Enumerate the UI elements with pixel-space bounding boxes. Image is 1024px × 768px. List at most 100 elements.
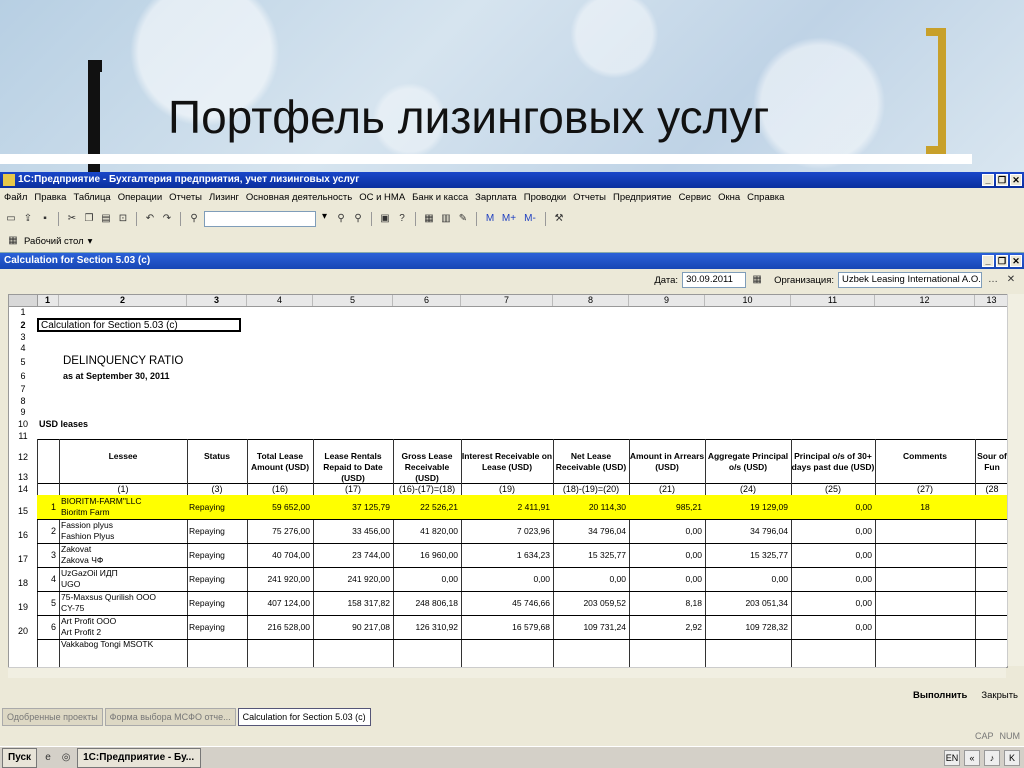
redo-icon[interactable]: ↷ xyxy=(160,212,174,226)
horizontal-scrollbar[interactable] xyxy=(8,667,1006,678)
row-header[interactable]: 13 xyxy=(9,472,37,483)
menu-item[interactable]: Правка xyxy=(34,190,66,206)
memory-icon[interactable]: M xyxy=(483,212,497,226)
menu-item[interactable]: Зарплата xyxy=(475,190,517,206)
calculator-icon[interactable]: ▦ xyxy=(422,212,436,226)
language-indicator[interactable]: EN xyxy=(944,749,960,766)
help-icon[interactable]: ? xyxy=(395,212,409,226)
search-prev-icon[interactable]: ⚲ xyxy=(351,212,365,226)
row-header[interactable]: 19 xyxy=(9,591,37,615)
preview-icon[interactable]: ⊡ xyxy=(116,212,130,226)
memory-minus-icon[interactable]: M- xyxy=(521,212,539,226)
menu-item[interactable]: Проводки xyxy=(524,190,566,206)
column-header[interactable]: 9 xyxy=(629,295,705,306)
column-header[interactable]: 4 xyxy=(247,295,313,306)
row-header[interactable]: 6 xyxy=(9,370,37,383)
column-header[interactable]: 2 xyxy=(59,295,187,306)
tools-icon[interactable]: ⚒ xyxy=(552,212,566,226)
report-restore-button[interactable]: ❐ xyxy=(996,255,1008,267)
org-select-icon[interactable]: … xyxy=(986,273,1000,287)
restore-button[interactable]: ❐ xyxy=(996,174,1008,186)
vertical-scrollbar[interactable] xyxy=(1007,294,1024,666)
tab-approved-projects[interactable]: Одобренные проекты xyxy=(2,708,103,726)
column-header[interactable]: 6 xyxy=(393,295,461,306)
window-icon[interactable]: ▣ xyxy=(378,212,392,226)
desktop-button[interactable]: Рабочий стол xyxy=(24,236,84,247)
menu-item[interactable]: Файл xyxy=(4,190,27,206)
report-close-button[interactable]: ✕ xyxy=(1010,255,1022,267)
org-field[interactable]: Uzbek Leasing International A.O. xyxy=(838,272,982,288)
speaker-icon[interactable]: ♪ xyxy=(984,749,1000,766)
search-next-icon[interactable]: ⚲ xyxy=(334,212,348,226)
start-button[interactable]: Пуск xyxy=(2,747,38,768)
row-header[interactable]: 2 xyxy=(9,318,37,332)
open-icon[interactable]: ⇪ xyxy=(21,212,35,226)
search-combo[interactable] xyxy=(204,211,327,227)
column-header[interactable]: 11 xyxy=(791,295,875,306)
org-clear-icon[interactable]: ✕ xyxy=(1004,273,1018,287)
row-header[interactable]: 1 xyxy=(9,307,37,318)
row-header[interactable]: 9 xyxy=(9,407,37,418)
calendar-picker-icon[interactable]: ▦ xyxy=(750,273,764,287)
menu-item[interactable]: Основная деятельность xyxy=(246,190,352,206)
row-header[interactable]: 15 xyxy=(9,495,37,519)
tab-calculation[interactable]: Calculation for Section 5.03 (c) xyxy=(237,708,371,726)
tab-ifrs-form[interactable]: Форма выбора МСФО отче... xyxy=(104,708,236,726)
menu-item[interactable]: Сервис xyxy=(679,190,712,206)
menu-item[interactable]: Справка xyxy=(747,190,784,206)
undo-icon[interactable]: ↶ xyxy=(143,212,157,226)
menu-item[interactable]: Отчеты xyxy=(573,190,606,206)
column-header[interactable]: 5 xyxy=(313,295,393,306)
menu-item[interactable]: Предприятие xyxy=(613,190,672,206)
close-report-button[interactable]: Закрыть xyxy=(981,690,1018,701)
menu-item[interactable]: Операции xyxy=(118,190,162,206)
report-minimize-button[interactable]: _ xyxy=(982,255,994,267)
column-header[interactable]: 7 xyxy=(461,295,553,306)
column-header[interactable]: 3 xyxy=(187,295,247,306)
cut-icon[interactable]: ✂ xyxy=(65,212,79,226)
note-icon[interactable]: ✎ xyxy=(456,212,470,226)
chevron-down-icon[interactable]: ▾ xyxy=(88,236,93,247)
row-header[interactable]: 8 xyxy=(9,396,37,407)
menu-item[interactable]: ОС и НМА xyxy=(359,190,405,206)
column-header[interactable]: 8 xyxy=(553,295,629,306)
copy-icon[interactable]: ❐ xyxy=(82,212,96,226)
minimize-button[interactable]: _ xyxy=(982,174,994,186)
row-header[interactable]: 10 xyxy=(9,418,37,430)
tray-expand-icon[interactable]: « xyxy=(964,749,980,766)
memory-plus-icon[interactable]: M+ xyxy=(500,212,518,226)
row-header[interactable]: 4 xyxy=(9,343,37,354)
row-header[interactable]: 12 xyxy=(9,442,37,472)
row-header[interactable]: 7 xyxy=(9,383,37,396)
row-header[interactable]: 14 xyxy=(9,483,37,495)
menu-item[interactable]: Таблица xyxy=(73,190,110,206)
column-header[interactable]: 12 xyxy=(875,295,975,306)
quicklaunch-icon[interactable]: ◎ xyxy=(59,751,73,765)
taskbar-app-item[interactable]: 1С:Предприятие - Бу... xyxy=(77,747,202,768)
menu-item[interactable]: Отчеты xyxy=(169,190,202,206)
paste-icon[interactable]: ▤ xyxy=(99,212,113,226)
save-icon[interactable]: ▪ xyxy=(38,212,52,226)
execute-button[interactable]: Выполнить xyxy=(913,690,967,701)
menu-item[interactable]: Окна xyxy=(718,190,740,206)
date-field[interactable]: 30.09.2011 xyxy=(682,272,747,288)
column-header[interactable]: 13 xyxy=(975,295,1007,306)
spreadsheet[interactable]: 1 2 3 4 5 6 7 8 9 10 11 12 13 1 2 3 4 5 6 7 8 9 10 11 12 13 14 15 16… xyxy=(8,294,1008,668)
row-header[interactable]: 18 xyxy=(9,567,37,591)
close-button[interactable]: ✕ xyxy=(1010,174,1022,186)
ie-icon[interactable]: e xyxy=(41,751,55,765)
find-icon[interactable]: ⚲ xyxy=(187,212,201,226)
new-doc-icon[interactable]: ▭ xyxy=(4,212,18,226)
column-header[interactable]: 1 xyxy=(37,295,59,306)
row-header[interactable]: 3 xyxy=(9,332,37,343)
calendar-icon[interactable]: ▥ xyxy=(439,212,453,226)
row-header[interactable]: 11 xyxy=(9,430,37,442)
menu-item[interactable]: Банк и касса xyxy=(412,190,468,206)
row-header[interactable]: 20 xyxy=(9,615,37,639)
column-header[interactable]: 10 xyxy=(705,295,791,306)
menu-item[interactable]: Лизинг xyxy=(209,190,239,206)
row-header[interactable]: 16 xyxy=(9,519,37,543)
row-header[interactable]: 17 xyxy=(9,543,37,567)
row-header[interactable]: 5 xyxy=(9,354,37,370)
antivirus-icon[interactable]: K xyxy=(1004,749,1020,766)
